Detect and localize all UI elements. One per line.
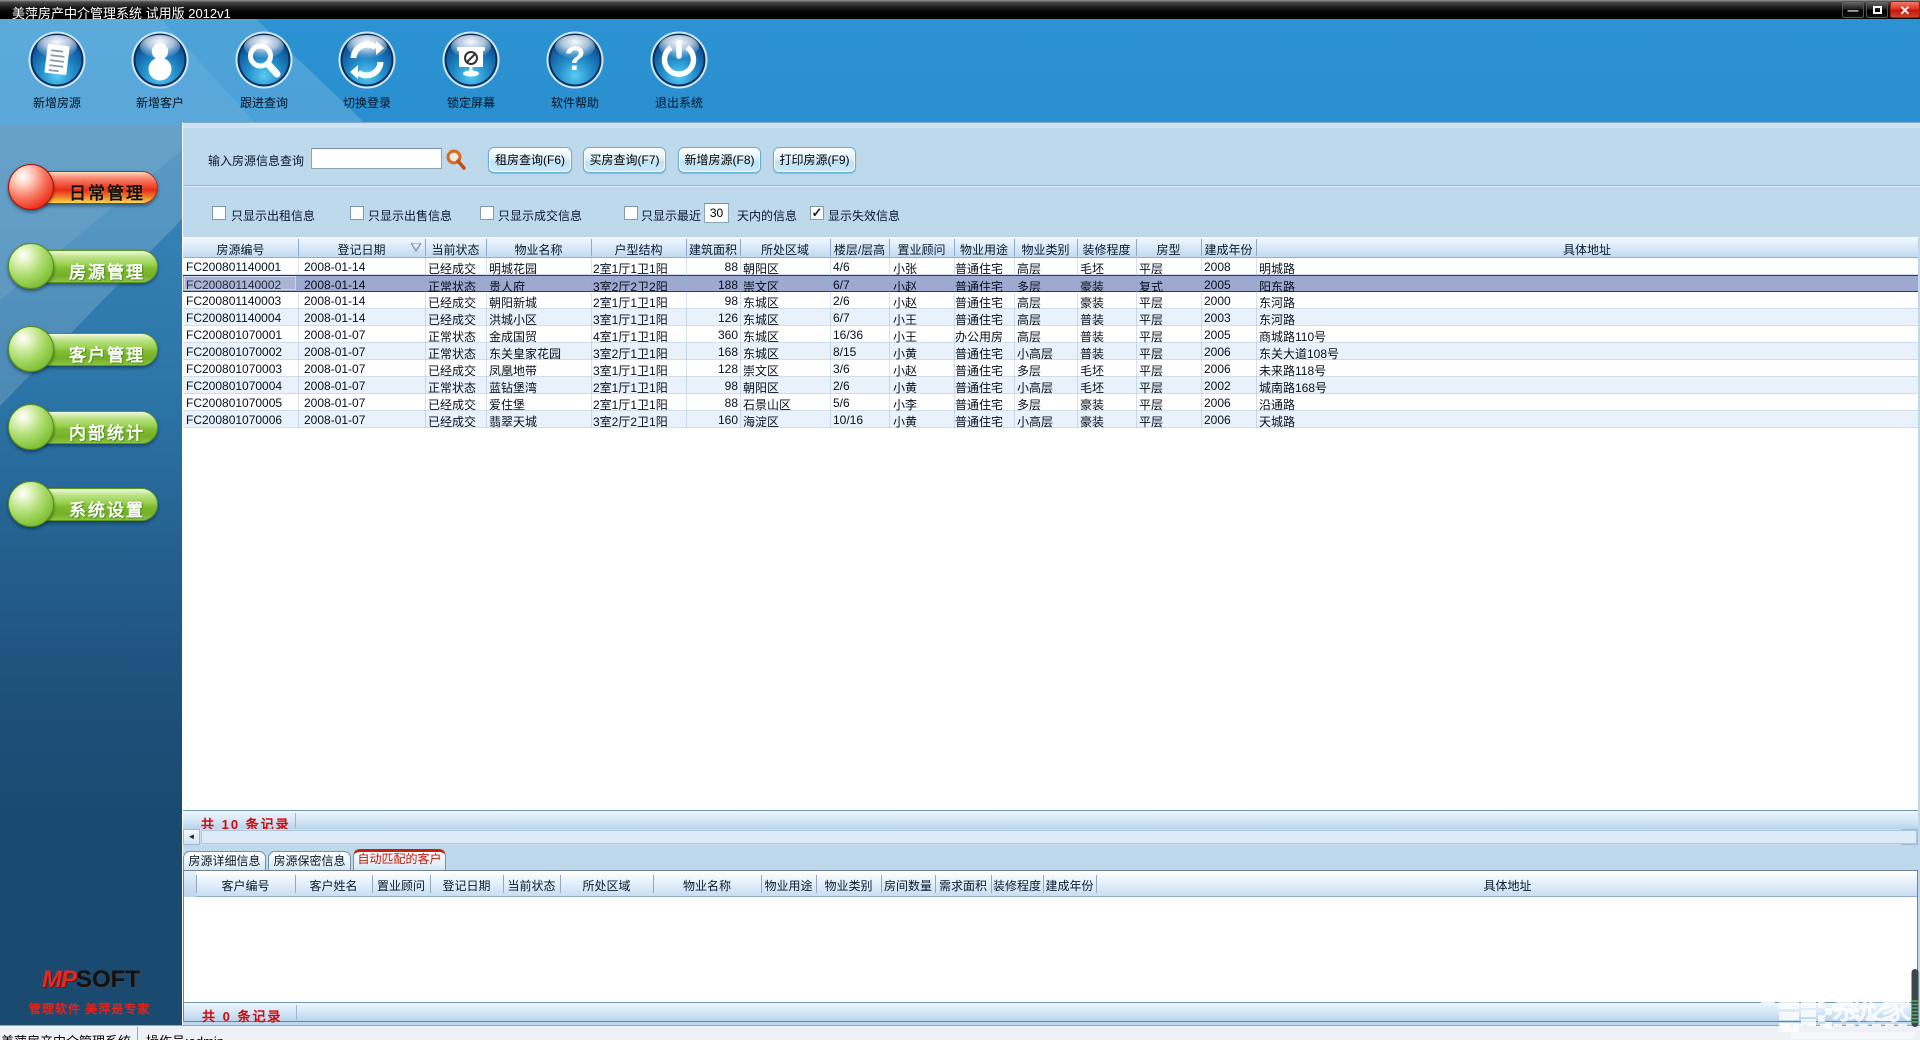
svg-text:?: ?: [565, 40, 586, 78]
